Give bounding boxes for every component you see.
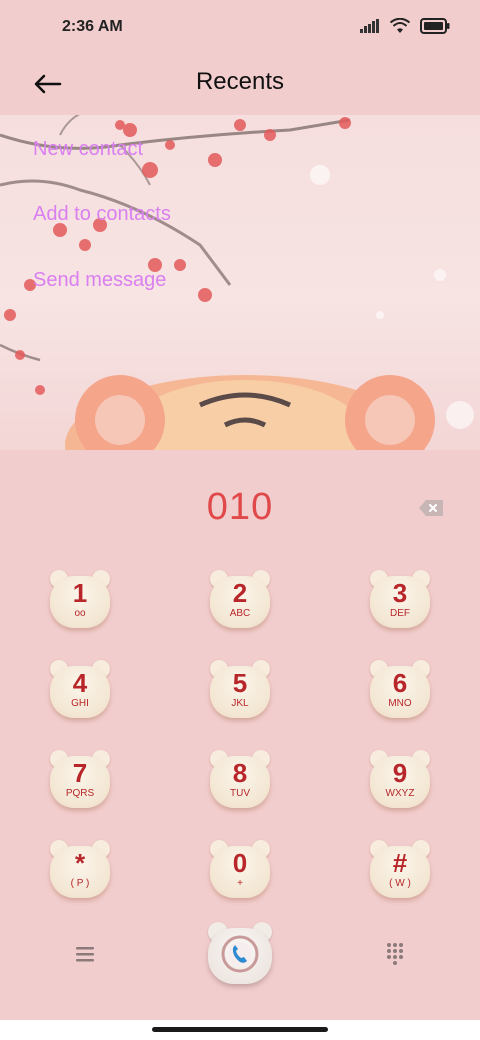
wifi-icon — [390, 18, 410, 33]
key-9[interactable]: 9 WXYZ — [368, 750, 432, 812]
dialed-number: 010 — [206, 486, 274, 528]
key-digit: 3 — [392, 578, 408, 608]
key-6[interactable]: 6 MNO — [368, 660, 432, 722]
backspace-icon[interactable] — [418, 499, 444, 517]
key-digit: 4 — [72, 668, 88, 698]
key-letters: DEF — [390, 608, 410, 619]
dialpad-icon[interactable] — [386, 942, 404, 966]
key-letters: TUV — [230, 788, 250, 799]
key-5[interactable]: 5 JKL — [208, 660, 272, 722]
key-0[interactable]: 0 + — [208, 840, 272, 902]
key-2[interactable]: 2 ABC — [208, 570, 272, 632]
status-bar: 2:36 AM — [0, 0, 480, 56]
signal-icon — [360, 19, 379, 33]
key-digit: 7 — [72, 758, 88, 788]
status-time: 2:36 AM — [62, 18, 123, 35]
key-digit: * — [74, 848, 86, 878]
key-3[interactable]: 3 DEF — [368, 570, 432, 632]
battery-icon — [420, 18, 450, 34]
key-letters: ( P ) — [70, 878, 90, 889]
send-message-link[interactable]: Send message — [33, 269, 166, 292]
key-letters: + — [237, 878, 243, 889]
key-letters: oo — [74, 608, 86, 619]
add-to-contacts-link[interactable]: Add to contacts — [33, 203, 171, 226]
page-title: Recents — [195, 68, 285, 95]
menu-icon[interactable] — [74, 944, 96, 964]
key-letters: PQRS — [65, 788, 95, 799]
key-digit: 0 — [232, 848, 248, 878]
key-4[interactable]: 4 GHI — [48, 660, 112, 722]
key-digit: 5 — [232, 668, 248, 698]
key-digit: 2 — [232, 578, 248, 608]
key-7[interactable]: 7 PQRS — [48, 750, 112, 812]
call-button[interactable] — [206, 922, 274, 986]
key-letters: GHI — [71, 698, 89, 709]
new-contact-link[interactable]: New contact — [33, 138, 143, 161]
key-star[interactable]: *( P ) — [48, 840, 112, 902]
key-digit: 1 — [72, 578, 88, 608]
key-1[interactable]: 1 oo — [48, 570, 112, 632]
key-letters: MNO — [388, 698, 412, 709]
key-letters: ABC — [229, 608, 251, 619]
phone-icon — [221, 935, 259, 973]
key-letters: JKL — [231, 698, 249, 709]
key-letters: WXYZ — [385, 788, 415, 799]
status-icons — [360, 18, 450, 34]
key-digit: 6 — [392, 668, 408, 698]
home-indicator[interactable] — [152, 1027, 328, 1032]
key-hash[interactable]: #( W ) — [368, 840, 432, 902]
key-8[interactable]: 8 TUV — [208, 750, 272, 812]
key-letters: ( W ) — [389, 878, 411, 889]
key-digit: 9 — [392, 758, 408, 788]
key-digit: 8 — [232, 758, 248, 788]
header: Recents — [0, 56, 480, 112]
key-digit: # — [392, 848, 408, 878]
